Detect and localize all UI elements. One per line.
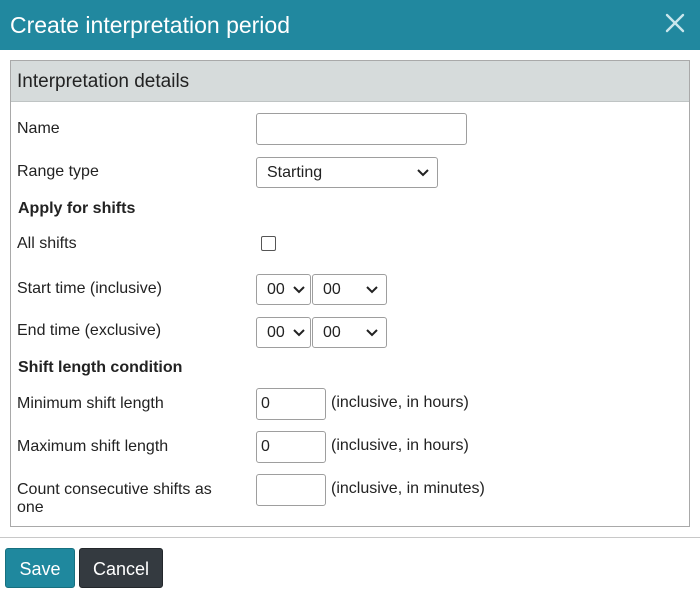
panel-header: Interpretation details (11, 61, 689, 102)
all-shifts-label: All shifts (17, 235, 77, 252)
consecutive-input[interactable] (256, 474, 326, 506)
end-time-label: End time (exclusive) (17, 322, 162, 339)
min-shift-input[interactable] (256, 388, 326, 420)
start-minute-select[interactable]: 00 (312, 274, 387, 305)
dialog-titlebar: Create interpretation period (0, 0, 700, 50)
range-type-label: Range type (17, 163, 99, 180)
apply-for-shifts-heading: Apply for shifts (18, 200, 136, 217)
start-minute-value: 00 (323, 281, 341, 298)
save-button[interactable]: Save (5, 548, 75, 588)
min-shift-hint: (inclusive, in hours) (331, 394, 469, 411)
range-type-value: Starting (267, 164, 323, 181)
max-shift-input[interactable] (256, 431, 326, 463)
max-shift-label: Maximum shift length (17, 438, 169, 455)
start-time-label: Start time (inclusive) (17, 280, 162, 297)
close-icon[interactable] (664, 12, 686, 34)
chevron-down-icon (293, 286, 305, 294)
dialog-title: Create interpretation period (10, 12, 290, 38)
end-minute-select[interactable]: 00 (312, 317, 387, 348)
footer-divider (0, 537, 700, 538)
chevron-down-icon (366, 286, 378, 294)
max-shift-hint: (inclusive, in hours) (331, 437, 469, 454)
range-type-select[interactable]: Starting (256, 157, 438, 188)
all-shifts-checkbox[interactable] (261, 236, 276, 251)
min-shift-label: Minimum shift length (17, 395, 164, 412)
interpretation-details-panel: Interpretation details Name Range type S… (10, 60, 690, 527)
start-hour-value: 00 (267, 281, 285, 298)
end-hour-value: 00 (267, 324, 285, 341)
start-hour-select[interactable]: 00 (256, 274, 311, 305)
end-minute-value: 00 (323, 324, 341, 341)
chevron-down-icon (417, 169, 429, 177)
end-hour-select[interactable]: 00 (256, 317, 311, 348)
cancel-button[interactable]: Cancel (79, 548, 163, 588)
chevron-down-icon (366, 329, 378, 337)
chevron-down-icon (293, 329, 305, 337)
name-input[interactable] (256, 113, 467, 145)
shift-length-heading: Shift length condition (18, 359, 183, 376)
consecutive-label-line2: one (17, 499, 44, 516)
consecutive-hint: (inclusive, in minutes) (331, 480, 485, 497)
name-label: Name (17, 120, 60, 137)
panel-header-title: Interpretation details (17, 71, 190, 92)
consecutive-label-line1: Count consecutive shifts as (17, 481, 212, 498)
